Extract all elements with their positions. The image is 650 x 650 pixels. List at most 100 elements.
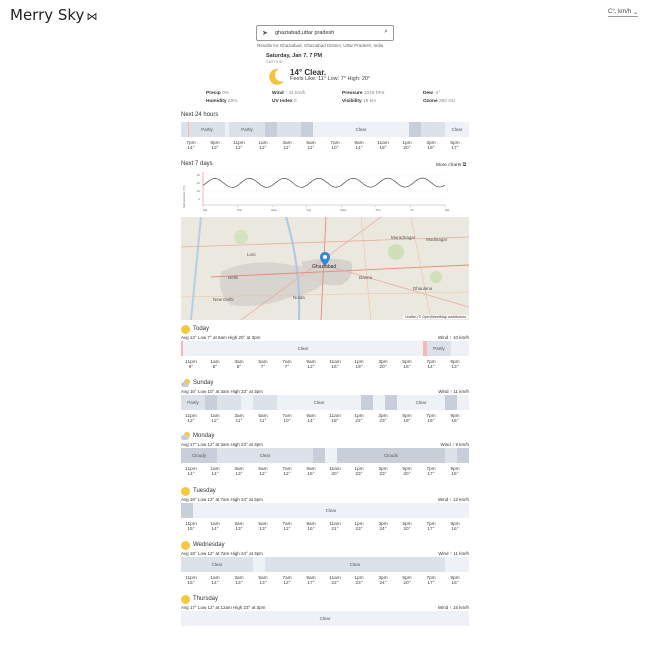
next24-condition-bar: Partly Partly Clear Clear: [181, 122, 469, 137]
hourly-tick: 9pm 15°: [444, 414, 466, 424]
map-place-label: Dhaulana: [413, 286, 433, 291]
condition-segment: [445, 395, 457, 410]
hourly-tick: 11am 16°: [324, 360, 346, 370]
chart-x-tick: Thu: [375, 208, 381, 212]
hourly-tick: 5pm 20°: [396, 522, 418, 532]
tick-temp: 12°: [187, 419, 195, 424]
more-charts-link[interactable]: More charts ⧉: [436, 162, 466, 168]
location-arrow-icon[interactable]: ➤: [262, 29, 268, 37]
chevron-down-icon: ⌄: [632, 10, 638, 16]
tick-temp: 14°: [187, 146, 195, 151]
hourly-tick: 11am 18°: [324, 414, 346, 424]
stat-value: 0: [293, 99, 297, 104]
day-condition-bar[interactable]: Clear Partly: [181, 341, 469, 356]
hourly-tick: 9am 17°: [300, 576, 322, 586]
map-place-label: Modinagar: [426, 237, 448, 242]
logo[interactable]: Merry Sky ⋈: [10, 6, 97, 24]
search-icon[interactable]: ⌕: [384, 28, 388, 36]
hourly-tick: 1am 8°: [204, 360, 226, 370]
hourly-tick: 11am 22°: [324, 576, 346, 586]
map-place-label: New Delhi: [213, 297, 234, 302]
day-wind: Wind ↑ 10 km/h: [437, 335, 469, 340]
hourly-tick: 1am 14°: [204, 576, 226, 586]
tick-temp: 22°: [355, 419, 363, 424]
hourly-tick: 3am 13°: [228, 467, 250, 477]
hourly-tick: 11am 20°: [324, 467, 346, 477]
hourly-tick: 9am 14°: [348, 141, 370, 151]
hourly-tick: 5pm 18°: [396, 414, 418, 424]
tick-temp: 12°: [235, 146, 243, 151]
hourly-tick: 7pm 14°: [180, 141, 202, 151]
day-name[interactable]: Sunday: [193, 380, 213, 386]
hourly-tick: 5am 11°: [252, 414, 274, 424]
hourly-tick: 7am 12°: [276, 467, 298, 477]
hourly-tick: 1pm 19°: [348, 360, 370, 370]
tick-temp: 15°: [187, 527, 195, 532]
condition-label: Partly: [187, 400, 199, 405]
current-timezone: GMT+5:30: [266, 60, 283, 64]
tick-temp: 20°: [403, 581, 411, 586]
hourly-tick: 5am 7°: [252, 360, 274, 370]
condition-segment: [373, 395, 385, 410]
day-summary: Avg 16° Low 10° at 3am High 23° at 3pm: [181, 389, 263, 394]
hourly-tick: 5pm 20°: [396, 467, 418, 477]
condition-label: Clear: [313, 400, 325, 405]
chart-y-label: Temperature (°C): [182, 185, 186, 208]
chart-y-tick: 20: [197, 181, 201, 185]
tick-temp: 14°: [211, 581, 219, 586]
day-name[interactable]: Tuesday: [193, 488, 216, 494]
tick-temp: 16°: [451, 527, 459, 532]
tick-temp: 18°: [379, 146, 387, 151]
tick-temp: 14°: [211, 472, 219, 477]
tick-temp: 11°: [235, 419, 243, 424]
hourly-tick: 5pm 20°: [396, 576, 418, 586]
map-attribution[interactable]: Leaflet | © OpenStreetMap contributors: [403, 315, 468, 319]
tick-temp: 17°: [451, 146, 459, 151]
map-place-label: Loni: [247, 252, 256, 257]
tick-temp: 14°: [211, 527, 219, 532]
row1-stat-2: Pressure 1016 hPa: [342, 91, 384, 96]
hourly-tick: 7pm 14°: [420, 360, 442, 370]
tick-temp: 14°: [355, 146, 363, 151]
cloud-part: [181, 382, 189, 387]
stat-label: Ozone: [423, 99, 439, 104]
search-value[interactable]: ghaziabad,uttar pradesh: [275, 30, 334, 36]
moon-icon: [269, 68, 284, 85]
day-name[interactable]: Monday: [193, 433, 214, 439]
day-condition-bar[interactable]: Clear Clear: [181, 557, 469, 572]
condition-segment: [421, 122, 445, 137]
condition-segment: [325, 448, 337, 463]
hourly-tick: 5am 13°: [252, 522, 274, 532]
condition-segment: [385, 395, 397, 410]
tick-temp: 16°: [451, 581, 459, 586]
tick-temp: 16°: [307, 527, 315, 532]
hourly-tick: 11pm 12°: [180, 414, 202, 424]
condition-label: Partly: [201, 127, 213, 132]
day-summary: Avg 13° Low 7° at 6am High 20° at 3pm: [181, 335, 261, 340]
condition-label: Clear: [297, 346, 309, 351]
day-name[interactable]: Wednesday: [193, 542, 225, 548]
day-condition-bar[interactable]: Cloudy Clear Clouds: [181, 448, 469, 463]
hourly-tick: 3am 11°: [228, 414, 250, 424]
search-input[interactable]: ➤ ghaziabad,uttar pradesh ⌕: [256, 25, 394, 41]
condition-label: Clear: [259, 453, 271, 458]
hourly-tick: 5pm 16°: [396, 360, 418, 370]
day-condition-bar[interactable]: Clear: [181, 611, 469, 626]
hourly-tick: 11am 21°: [324, 522, 346, 532]
hourly-tick: 11pm 15°: [180, 522, 202, 532]
tick-temp: 14°: [427, 365, 435, 370]
location-map[interactable]: Delhi New Delhi Noida Loni Dhaulana Muradnaga…: [181, 217, 469, 320]
map-place-label: Delhi: [228, 275, 239, 280]
units-select[interactable]: C°, km/h ⌄: [608, 9, 638, 17]
day-wind: Wind ↑ 15 km/h: [437, 605, 469, 610]
day-condition-bar[interactable]: Partly Clear Clear: [181, 395, 469, 410]
day-condition-bar[interactable]: Clear: [181, 503, 469, 518]
hourly-tick: 9pm 16°: [444, 467, 466, 477]
day-name[interactable]: Today: [193, 326, 209, 332]
stat-label: Dew: [423, 91, 435, 96]
day-wind: Wind ↑ 11 km/h: [438, 389, 469, 394]
hourly-tick: 1pm 20°: [396, 141, 418, 151]
hourly-tick: 9pm 16°: [444, 576, 466, 586]
day-name[interactable]: Thursday: [193, 596, 218, 602]
chart-x-tick: Sun: [237, 208, 243, 212]
